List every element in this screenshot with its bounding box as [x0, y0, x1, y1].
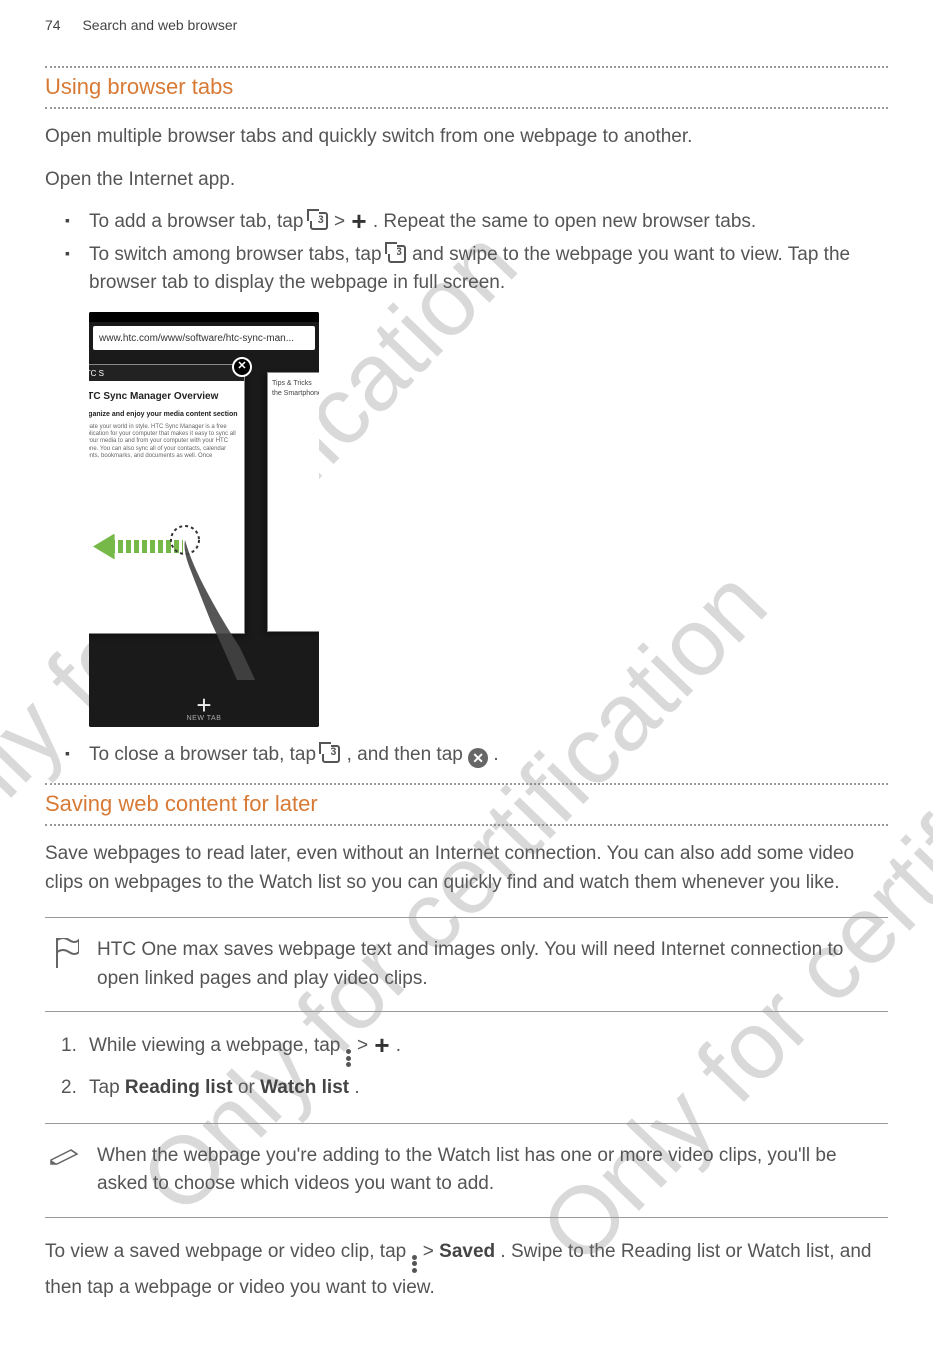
- list-item: To add a browser tab, tap 3 > + . Repeat…: [89, 208, 888, 237]
- plus-icon: +: [196, 698, 211, 714]
- tabs-icon: 3: [310, 212, 328, 230]
- text: To switch among browser tabs, tap: [89, 244, 387, 265]
- hand-pointer-icon: [167, 522, 257, 682]
- new-tab-label: NEW TAB: [187, 714, 222, 725]
- paragraph: Open multiple browser tabs and quickly s…: [45, 123, 888, 152]
- paragraph: Save webpages to read later, even withou…: [45, 840, 888, 897]
- tabs-icon: 3: [322, 745, 340, 763]
- step-item: Tap Reading list or Watch list .: [89, 1074, 888, 1103]
- divider: [45, 66, 888, 68]
- paragraph: To view a saved webpage or video clip, t…: [45, 1238, 888, 1303]
- card-header-bar: HTC S ✕: [89, 365, 244, 381]
- text: To add a browser tab, tap: [89, 211, 309, 232]
- phone-status-bar: [89, 312, 319, 322]
- phone-bottom-bar: + NEW TAB: [89, 685, 319, 727]
- tabs-icon: 3: [388, 245, 406, 263]
- text: While viewing a webpage, tap: [89, 1035, 346, 1056]
- flag-icon: [53, 938, 79, 968]
- overflow-menu-icon: [412, 1254, 418, 1274]
- text: , and then tap: [347, 744, 469, 765]
- close-icon: ✕: [468, 748, 488, 768]
- card-body-text: Create your world in style. HTC Sync Man…: [89, 422, 244, 462]
- tabs-badge: 3: [330, 744, 336, 761]
- tabs-badge: 3: [396, 244, 402, 261]
- text: To close a browser tab, tap: [89, 744, 321, 765]
- close-icon: ✕: [232, 357, 252, 377]
- plus-icon: +: [351, 215, 366, 228]
- background-card: Tips & Tricks the Smartphone: [267, 372, 319, 632]
- note-text: HTC One max saves webpage text and image…: [97, 939, 843, 989]
- section-title-tabs: Using browser tabs: [45, 70, 888, 103]
- step-item: While viewing a webpage, tap > + .: [89, 1032, 888, 1068]
- card-bar-text: HTC S: [89, 369, 104, 378]
- card-stack: Tips & Tricks the Smartphone HTC S ✕ HTC…: [89, 364, 319, 685]
- divider: [45, 824, 888, 826]
- chapter-title: Search and web browser: [82, 17, 237, 33]
- bold-term: Saved: [439, 1241, 495, 1262]
- divider: [45, 107, 888, 109]
- text: >: [357, 1035, 373, 1056]
- overflow-menu-icon: [346, 1048, 352, 1068]
- plus-icon: +: [374, 1039, 389, 1052]
- tip-text: When the webpage you're adding to the Wa…: [97, 1145, 837, 1195]
- paragraph: Open the Internet app.: [45, 166, 888, 195]
- section-title-saving: Saving web content for later: [45, 787, 888, 820]
- text: .: [354, 1077, 359, 1098]
- phone-address-bar: www.htc.com/www/software/htc-sync-man...: [93, 326, 315, 350]
- page-header: 74 Search and web browser: [45, 15, 888, 36]
- phone-screenshot-illustration: www.htc.com/www/software/htc-sync-man...…: [89, 312, 319, 727]
- text: To view a saved webpage or video clip, t…: [45, 1241, 412, 1262]
- text: >: [334, 211, 350, 232]
- list-item: To close a browser tab, tap 3 , and then…: [89, 741, 888, 770]
- text: or: [238, 1077, 260, 1098]
- tip-block: When the webpage you're adding to the Wa…: [45, 1123, 888, 1218]
- card-title: HTC Sync Manager Overview: [89, 381, 244, 406]
- bold-term: Reading list: [125, 1077, 233, 1098]
- text: Tap: [89, 1077, 125, 1098]
- list-item: To switch among browser tabs, tap 3 and …: [89, 241, 888, 298]
- text: . Repeat the same to open new browser ta…: [373, 211, 756, 232]
- divider: [45, 783, 888, 785]
- bold-term: Watch list: [260, 1077, 349, 1098]
- page-number: 74: [45, 17, 61, 33]
- text: >: [423, 1241, 439, 1262]
- text: .: [493, 744, 498, 765]
- card-subtitle: Organize and enjoy your media content se…: [89, 406, 244, 423]
- note-block: HTC One max saves webpage text and image…: [45, 917, 888, 1012]
- tabs-badge: 3: [318, 212, 324, 229]
- pencil-icon: [49, 1146, 81, 1166]
- text: .: [396, 1035, 401, 1056]
- card-title: Tips & Tricks the Smartphone: [268, 373, 319, 406]
